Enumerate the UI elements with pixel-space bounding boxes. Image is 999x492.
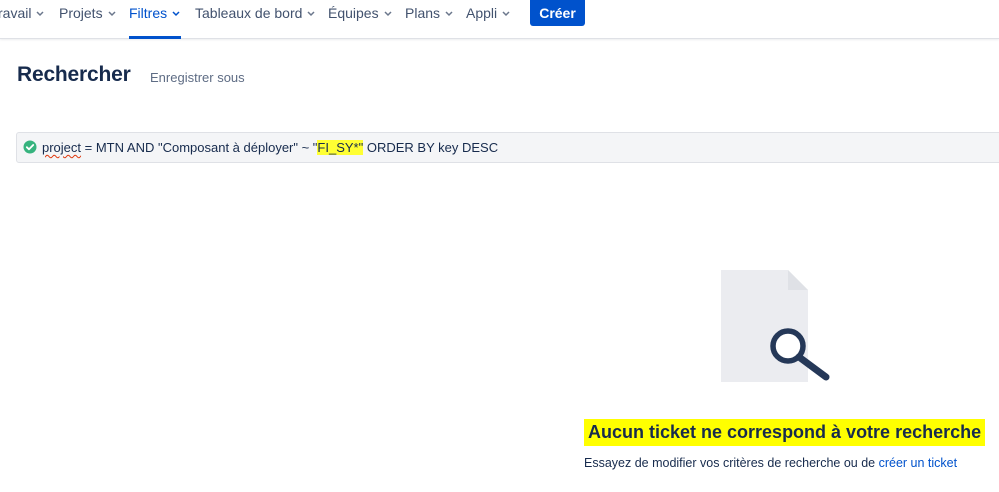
save-as-button[interactable]: Enregistrer sous xyxy=(150,70,245,85)
empty-state-description-text: Essayez de modifier vos critères de rech… xyxy=(584,456,879,470)
nav-item-label: Tableaux de bord xyxy=(195,5,303,21)
nav-item-tableaux-de-bord[interactable]: Tableaux de bord xyxy=(195,0,316,38)
chevron-down-icon xyxy=(172,11,180,17)
nav-item-appli[interactable]: Appli xyxy=(466,0,511,38)
nav-item-label: Équipes xyxy=(328,5,379,21)
jql-query-part: = MTN AND "Composant à déployer" ~ " xyxy=(81,140,318,155)
document-search-icon xyxy=(721,270,830,382)
chevron-down-icon xyxy=(36,11,44,17)
chevron-down-icon xyxy=(445,11,453,17)
chevron-down-icon xyxy=(384,11,392,17)
nav-item-label: Plans xyxy=(405,5,441,21)
nav-item-filtres[interactable]: Filtres xyxy=(129,0,182,39)
page-title: Rechercher xyxy=(17,63,131,86)
nav-item-equipes[interactable]: Équipes xyxy=(328,0,393,38)
chevron-down-icon xyxy=(502,11,510,17)
nav-item-label: Projets xyxy=(59,5,103,21)
nav-item-label: Filtres xyxy=(129,5,168,21)
top-navigation: ravail Projets Filtres Tableaux de bord … xyxy=(0,0,999,39)
jql-query-text: project = MTN AND "Composant à déployer"… xyxy=(42,140,498,155)
chevron-down-icon xyxy=(307,11,315,17)
create-ticket-link[interactable]: créer un ticket xyxy=(879,456,958,470)
empty-state-title: Aucun ticket ne correspond à votre reche… xyxy=(588,422,982,442)
jql-project-keyword: project xyxy=(42,140,82,155)
nav-item-plans[interactable]: Plans xyxy=(405,0,454,38)
nav-item-label: ravail xyxy=(0,5,32,21)
empty-state-description: Essayez de modifier vos critères de rech… xyxy=(584,456,957,470)
chevron-down-icon xyxy=(108,11,116,17)
jql-search-input[interactable]: project = MTN AND "Composant à déployer"… xyxy=(16,132,999,163)
empty-state-title-highlight: Aucun ticket ne correspond à votre reche… xyxy=(584,419,986,446)
check-circle-icon xyxy=(23,140,37,154)
create-button[interactable]: Créer xyxy=(530,0,585,26)
nav-item-projets[interactable]: Projets xyxy=(59,0,117,38)
jql-query-order: ORDER BY key DESC xyxy=(363,140,499,155)
nav-item-travail[interactable]: ravail xyxy=(0,0,45,38)
jql-highlighted-value: FI_SY*" xyxy=(317,140,364,155)
nav-item-label: Appli xyxy=(466,5,498,21)
